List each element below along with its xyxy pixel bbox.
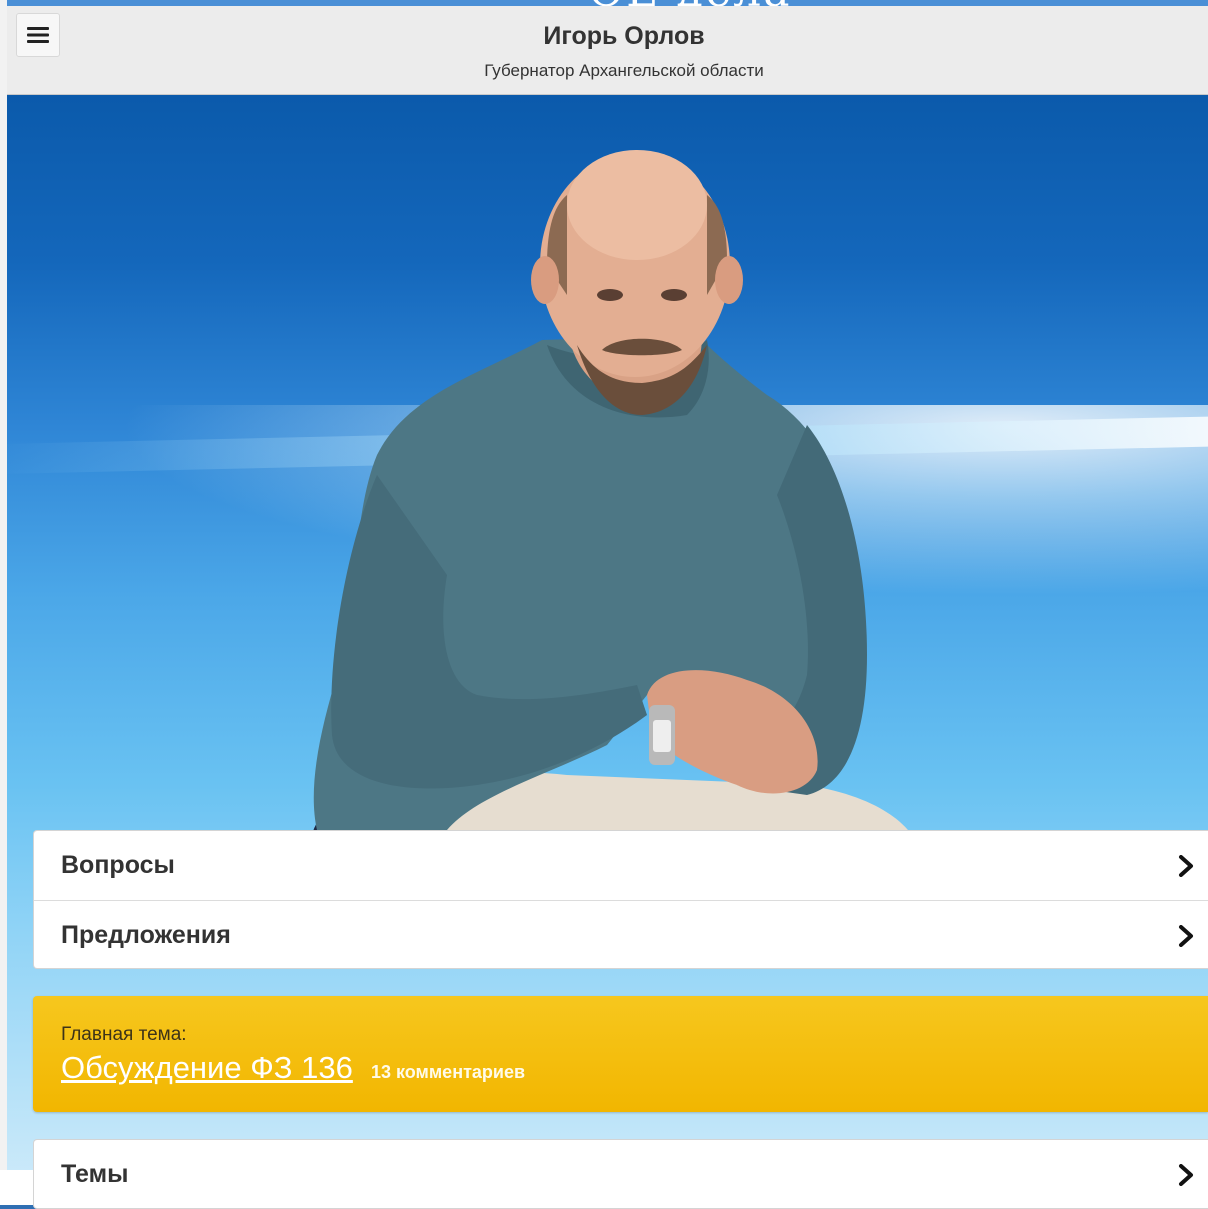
header-bar: Игорь Орлов Губернатор Архангельской обл…: [0, 6, 1208, 95]
menu-item-label: Темы: [61, 1160, 129, 1188]
chevron-right-icon: [1179, 854, 1193, 877]
comments-count: 13 комментариев: [371, 1062, 526, 1082]
left-edge: [0, 0, 7, 1205]
menu-item-proposals[interactable]: Предложения: [34, 900, 1208, 970]
menu-item-label: Вопросы: [61, 851, 175, 879]
main-topic-link[interactable]: Обсуждение ФЗ 136: [61, 1050, 353, 1086]
themes-card: Темы: [33, 1139, 1208, 1209]
menu-item-questions[interactable]: Вопросы: [34, 831, 1208, 900]
menu-card: Вопросы Предложения: [33, 830, 1208, 969]
page-corner: [0, 1170, 34, 1205]
menu-item-label: Предложения: [61, 921, 231, 949]
chevron-right-icon: [1179, 1163, 1193, 1186]
page-subtitle: Губернатор Архангельской области: [484, 61, 764, 80]
portrait-photo: [312, 150, 912, 835]
menu-item-themes[interactable]: Темы: [34, 1140, 1208, 1209]
chevron-right-icon: [1179, 924, 1193, 947]
main-topic-label: Главная тема:: [61, 1024, 187, 1045]
main-topic-card: Главная тема: Обсуждение ФЗ 136 13 комме…: [33, 996, 1208, 1112]
page-title: Игорь Орлов: [543, 22, 705, 50]
